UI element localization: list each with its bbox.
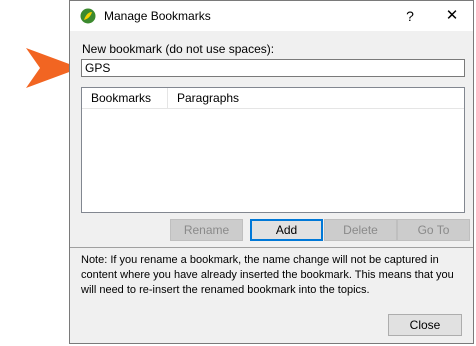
app-logo-icon: [80, 8, 96, 24]
bookmark-name-input[interactable]: [81, 59, 465, 77]
bookmarks-list[interactable]: Bookmarks Paragraphs: [81, 87, 465, 213]
divider: [70, 247, 473, 248]
help-button[interactable]: ?: [395, 1, 425, 31]
manage-bookmarks-dialog: Manage Bookmarks ? ✕ New bookmark (do no…: [69, 0, 474, 344]
title-bar: Manage Bookmarks ? ✕: [70, 1, 473, 31]
window-title: Manage Bookmarks: [104, 9, 211, 23]
rename-button[interactable]: Rename: [170, 219, 243, 241]
bookmarks-list-header: Bookmarks Paragraphs: [82, 88, 464, 109]
go-to-button[interactable]: Go To: [397, 219, 470, 241]
delete-button[interactable]: Delete: [324, 219, 397, 241]
column-header-paragraphs[interactable]: Paragraphs: [168, 88, 464, 108]
bookmark-name-label: New bookmark (do not use spaces):: [82, 42, 275, 56]
close-button[interactable]: Close: [388, 314, 462, 336]
rename-note: Note: If you rename a bookmark, the name…: [81, 254, 454, 296]
column-header-bookmarks[interactable]: Bookmarks: [82, 88, 168, 108]
window-close-button[interactable]: ✕: [432, 1, 472, 31]
add-button[interactable]: Add: [250, 219, 323, 241]
